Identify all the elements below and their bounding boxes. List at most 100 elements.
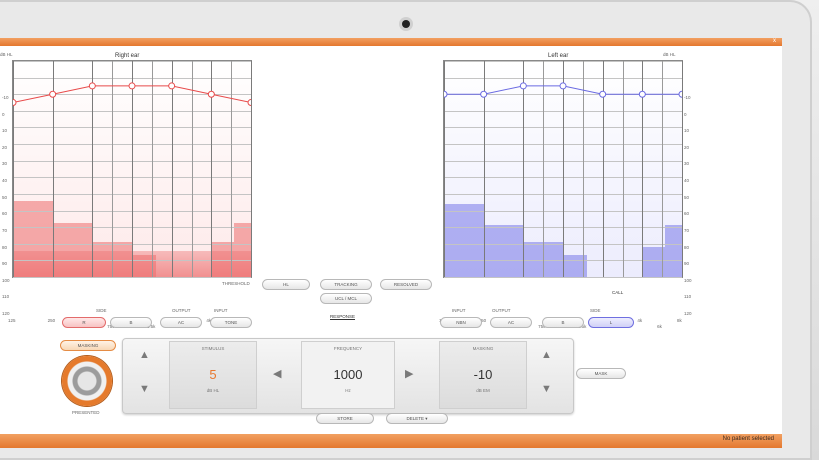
threshold-point bbox=[247, 99, 251, 107]
frequency-unit: Hz bbox=[345, 388, 351, 393]
side-both-button-right[interactable]: B bbox=[542, 317, 584, 328]
right-side-label: SIDE bbox=[590, 308, 601, 313]
masking-value: -10 bbox=[473, 367, 493, 382]
ucl-mcl-button[interactable]: UCL / MCL bbox=[320, 293, 372, 304]
y-tick-label: 90 bbox=[2, 261, 8, 267]
dial-label: PRESENTED bbox=[72, 410, 100, 415]
side-left-button[interactable]: L bbox=[588, 317, 634, 328]
y-tick-label: 110 bbox=[2, 294, 10, 300]
right-ear-grid bbox=[12, 60, 252, 278]
right-output-button[interactable]: AC bbox=[490, 317, 532, 328]
threshold-point bbox=[638, 90, 646, 98]
grid-line bbox=[13, 277, 251, 278]
stimulus-down-icon[interactable]: ▼ bbox=[139, 383, 150, 395]
right-input-button[interactable]: NBN bbox=[440, 317, 482, 328]
close-icon[interactable]: x bbox=[773, 38, 776, 44]
app-window: x Right ear dB HL -10 0 10 20 30 40 50 60 70 80 90… bbox=[0, 38, 782, 448]
y-tick-label: 60 bbox=[684, 211, 690, 217]
stimulus-header: STIMULUS bbox=[201, 346, 225, 351]
grid-line bbox=[444, 277, 682, 278]
y-tick-label: -10 bbox=[2, 95, 9, 100]
stimulus-panel: STIMULUS 5 dB HL bbox=[169, 341, 257, 409]
level-dial[interactable] bbox=[62, 356, 112, 406]
threshold-point bbox=[168, 82, 176, 90]
frequency-header: FREQUENCY bbox=[333, 346, 363, 351]
resolved-button[interactable]: RESOLVED bbox=[380, 279, 432, 290]
masking-header: MASKING bbox=[472, 346, 494, 351]
x-tick-label: 250 bbox=[47, 318, 56, 323]
y-tick-label: 0 bbox=[2, 111, 5, 117]
y-tick-label: 30 bbox=[2, 161, 8, 167]
y-tick-label: 20 bbox=[684, 144, 690, 150]
left-ear-title: Left ear bbox=[548, 53, 569, 59]
hl-button[interactable]: HL bbox=[262, 279, 310, 290]
masking-down-icon[interactable]: ▼ bbox=[541, 383, 552, 395]
y-tick-label: 70 bbox=[684, 227, 690, 233]
y-tick-label: 90 bbox=[684, 261, 690, 267]
threshold-point bbox=[444, 90, 448, 98]
threshold-point bbox=[480, 90, 488, 98]
masking-up-icon[interactable]: ▲ bbox=[541, 349, 552, 361]
left-ear-grid bbox=[443, 60, 683, 278]
frequency-left-icon[interactable]: ◀ bbox=[273, 367, 281, 380]
threshold-point bbox=[49, 90, 57, 98]
stimulus-up-icon[interactable]: ▲ bbox=[139, 349, 150, 361]
status-bar: No patient selected bbox=[0, 434, 782, 448]
tracking-button[interactable]: TRACKING bbox=[320, 279, 372, 290]
y-tick-label: 10 bbox=[2, 128, 8, 134]
delete-button[interactable]: DELETE ▾ bbox=[386, 413, 448, 424]
y-tick-label: 60 bbox=[2, 211, 8, 217]
y-tick-label: -10 bbox=[684, 95, 691, 100]
x-tick-label: 4k bbox=[637, 318, 643, 323]
y-tick-label: 10 bbox=[684, 128, 690, 134]
side-right-button[interactable]: R bbox=[62, 317, 106, 328]
left-ear-corner-label: dB HL bbox=[663, 52, 676, 57]
right-output-label: OUTPUT bbox=[492, 308, 511, 313]
threshold-point bbox=[207, 90, 215, 98]
masking-panel: MASKING -10 dB EM bbox=[439, 341, 527, 409]
grid-line bbox=[251, 61, 252, 277]
response-label: RESPONSE bbox=[330, 314, 356, 320]
right-input-label: INPUT bbox=[452, 308, 466, 313]
threshold-plot bbox=[13, 82, 251, 107]
threshold-point bbox=[678, 90, 682, 98]
threshold-point bbox=[128, 82, 136, 90]
threshold-point bbox=[519, 82, 527, 90]
y-tick-label: 120 bbox=[684, 311, 692, 316]
right-ear-corner-label: dB HL bbox=[0, 52, 13, 57]
camera bbox=[402, 20, 410, 28]
y-tick-label: 110 bbox=[684, 294, 692, 300]
title-bar: x bbox=[0, 38, 782, 46]
side-both-button-left[interactable]: B bbox=[110, 317, 152, 328]
x-tick-label: 8k bbox=[677, 318, 682, 323]
threshold-plot bbox=[444, 82, 682, 98]
status-text: No patient selected bbox=[722, 436, 774, 442]
y-tick-label: 50 bbox=[684, 194, 690, 200]
left-output-button[interactable]: AC bbox=[160, 317, 202, 328]
stimulus-unit: dB HL bbox=[206, 388, 220, 393]
frequency-panel: FREQUENCY 1000 Hz bbox=[301, 341, 395, 409]
threshold-point bbox=[599, 90, 607, 98]
store-button[interactable]: STORE bbox=[316, 413, 374, 424]
y-tick-label: 80 bbox=[2, 244, 8, 250]
y-tick-label: 70 bbox=[2, 227, 8, 233]
y-tick-label: 100 bbox=[2, 277, 10, 283]
left-input-button[interactable]: TONE bbox=[210, 317, 252, 328]
laptop-frame: x Right ear dB HL -10 0 10 20 30 40 50 60 70 80 90… bbox=[0, 0, 819, 460]
frequency-right-icon[interactable]: ▶ bbox=[405, 367, 413, 380]
y-tick-label: 100 bbox=[684, 277, 692, 283]
x-sub-tick-label: 6k bbox=[657, 324, 662, 329]
masking-toggle[interactable]: MASKING bbox=[60, 340, 116, 351]
delete-label: DELETE bbox=[406, 416, 424, 421]
left-output-label: OUTPUT bbox=[172, 308, 191, 313]
y-tick-label: 30 bbox=[684, 161, 690, 167]
grid-line bbox=[682, 61, 683, 277]
frequency-value: 1000 bbox=[333, 367, 363, 382]
threshold-point bbox=[13, 99, 17, 107]
x-tick-label: 125 bbox=[8, 318, 16, 323]
chevron-down-icon: ▾ bbox=[424, 415, 428, 421]
mask-button[interactable]: MASK bbox=[576, 368, 626, 379]
y-tick-label: 120 bbox=[2, 311, 10, 316]
y-tick-label: 40 bbox=[684, 178, 690, 184]
right-ear-title: Right ear bbox=[115, 53, 140, 59]
